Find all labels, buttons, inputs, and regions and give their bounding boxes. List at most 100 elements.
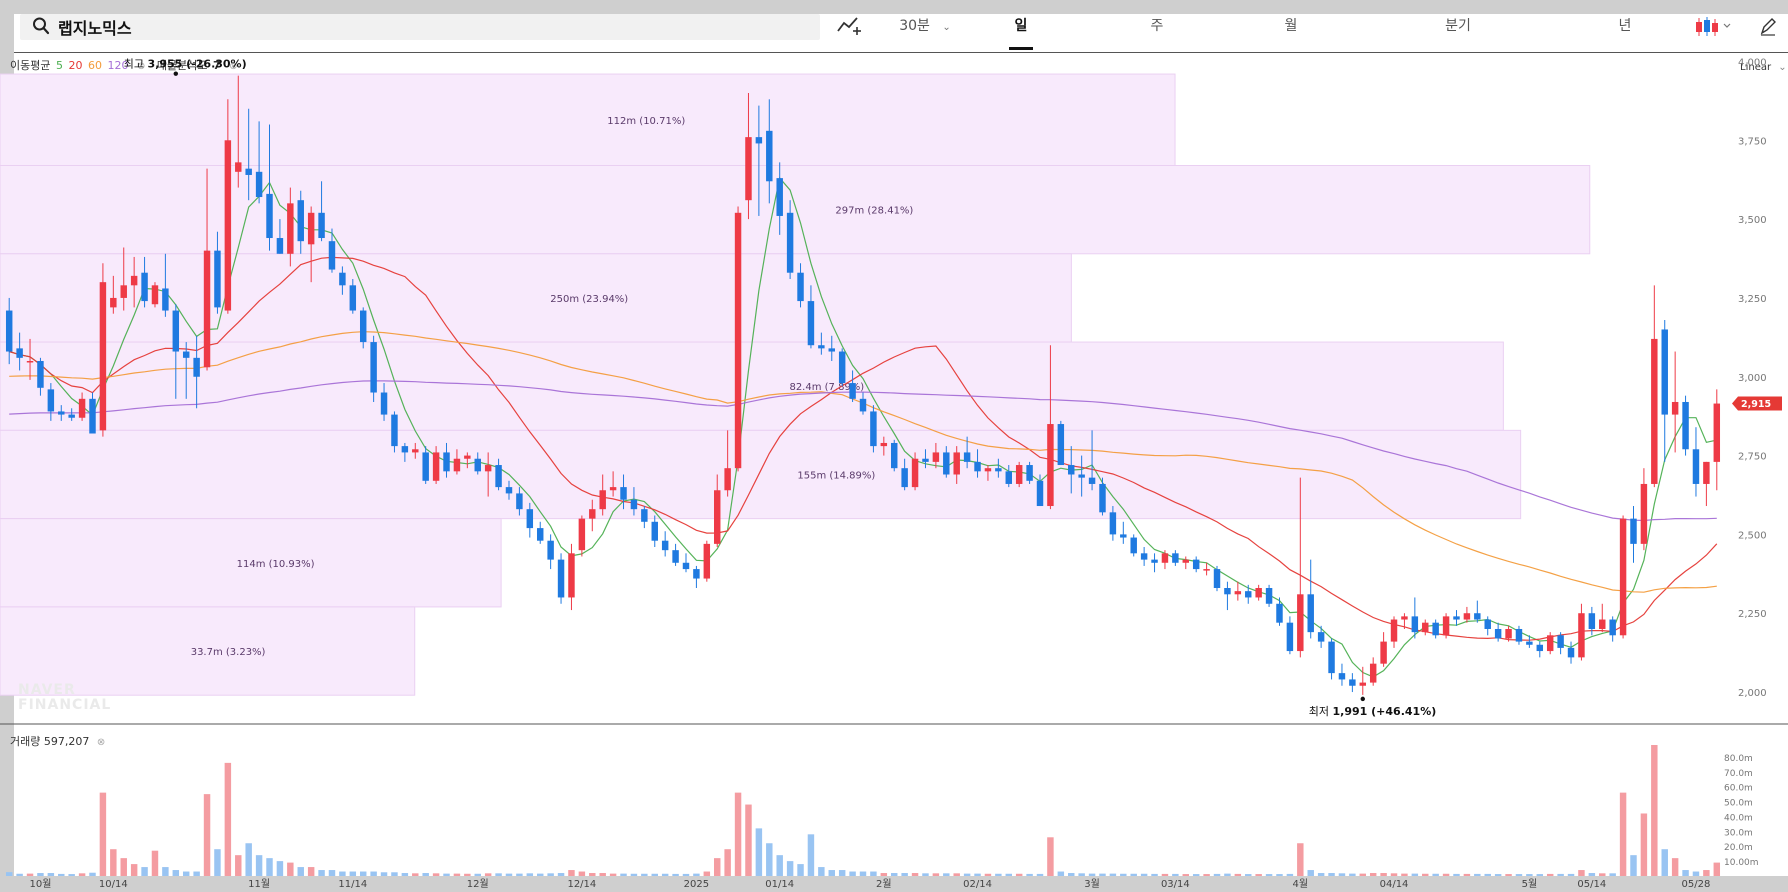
candle-body: [1484, 619, 1491, 629]
tab-period-week[interactable]: 주: [1132, 14, 1182, 50]
candle-body: [1349, 679, 1356, 686]
chevron-down-icon: ⌄: [942, 22, 951, 33]
window-frame-top: [0, 0, 1788, 14]
candle-body: [1671, 401, 1679, 415]
candle-body: [1390, 619, 1398, 642]
candle-body: [47, 389, 55, 412]
volume-bar: [110, 849, 117, 876]
volume-bar: [203, 794, 211, 876]
candle-body: [1234, 591, 1242, 595]
ma-label: 이동평균: [10, 59, 51, 72]
candle-body: [464, 455, 471, 459]
volume-tick-label: 20.0m: [1724, 843, 1753, 853]
interval-dropdown[interactable]: 30분 ⌄: [890, 14, 960, 50]
volume-label: 거래량: [10, 735, 41, 748]
candle-body: [1057, 424, 1065, 466]
candle-body: [1651, 338, 1658, 484]
candle-body: [307, 212, 315, 245]
candle-body: [776, 178, 783, 216]
volume-bar: [818, 867, 825, 876]
candle-body: [1015, 465, 1023, 484]
candle-body: [1401, 616, 1408, 620]
candle-body: [828, 348, 835, 352]
candle-body: [859, 398, 867, 412]
candle-body: [849, 383, 856, 399]
candle-body: [443, 452, 450, 472]
volume-bar: [766, 843, 773, 876]
candle-body: [193, 357, 200, 377]
candle-body: [1453, 616, 1460, 620]
candle-body: [911, 458, 919, 488]
candle-body: [359, 310, 367, 343]
candle-body: [797, 272, 804, 302]
scale-mode-dropdown[interactable]: Linear ⌄: [1740, 62, 1787, 73]
volume-bar: [1713, 862, 1721, 876]
candle-body: [203, 250, 211, 368]
candle-body: [235, 162, 242, 172]
tab-period-day[interactable]: 일: [996, 14, 1046, 50]
volume-profile-label: 114m (10.93%): [237, 559, 315, 570]
candle-body: [1567, 647, 1575, 658]
tab-period-quarter[interactable]: 분기: [1428, 14, 1488, 50]
candle-body: [287, 203, 294, 254]
volume-tick-label: 10.00m: [1724, 858, 1759, 868]
volume-bar: [797, 864, 804, 876]
ma120-label: 120: [107, 59, 129, 72]
candle-body: [37, 360, 44, 388]
volume-bar: [245, 843, 252, 876]
chart-type-candle-icon[interactable]: [1694, 16, 1734, 38]
candle-body: [943, 452, 950, 475]
candle-body: [432, 452, 440, 481]
candle-body: [391, 414, 398, 447]
candle-body: [1338, 673, 1346, 680]
candle-body: [99, 282, 107, 431]
stock-search-input[interactable]: 랩지노믹스: [20, 14, 820, 40]
candle-body: [818, 345, 825, 349]
candle-body: [1505, 628, 1512, 639]
candle-body: [1359, 682, 1367, 686]
volume-tick-label: 50.0m: [1724, 799, 1753, 809]
tab-period-month[interactable]: 월: [1266, 14, 1316, 50]
tab-period-year[interactable]: 년: [1600, 14, 1650, 50]
candle-body: [1515, 628, 1523, 642]
candle-body: [1182, 559, 1190, 563]
volume-tick-label: 70.0m: [1724, 769, 1753, 779]
candle-body: [141, 272, 148, 302]
volume-profile-label: 297m (28.41%): [835, 206, 913, 217]
candle-body: [620, 487, 627, 500]
candle-body: [1588, 613, 1596, 629]
candle-body: [1005, 471, 1012, 484]
candle-body: [505, 487, 513, 494]
volume-profile-bar: [0, 73, 1176, 167]
candle-body: [1442, 616, 1450, 636]
last-price-label: 2,915: [1741, 399, 1771, 410]
volume-bar: [162, 867, 169, 876]
volume-remove-icon[interactable]: ⊗: [97, 737, 105, 748]
pencil-icon[interactable]: [1758, 16, 1778, 38]
price-tick-label: 3,750: [1738, 136, 1767, 147]
profile-remove-icon[interactable]: ⊗: [229, 61, 237, 72]
volume-profile-bar: [0, 518, 502, 608]
candle-body: [932, 452, 940, 462]
candle-body: [1630, 518, 1637, 544]
candle-body: [682, 562, 690, 570]
candle-body: [963, 452, 971, 462]
candle-body: [1255, 588, 1262, 598]
candle-body: [526, 509, 534, 529]
candle-body: [536, 528, 544, 541]
candle-body: [714, 490, 721, 544]
price-chart[interactable]: 112m (10.71%) 297m (28.41%) 250m (23.94%) 8…: [0, 0, 1788, 892]
price-tick-label: 3,500: [1738, 215, 1767, 226]
indicator-add-icon[interactable]: [836, 15, 864, 37]
volume-bar: [1671, 858, 1679, 876]
candle-body: [1640, 483, 1648, 544]
candle-body: [78, 398, 86, 418]
candle-body: [120, 285, 127, 298]
volume-bar: [130, 864, 138, 876]
candle-body: [1047, 424, 1054, 507]
candle-body: [453, 458, 461, 472]
candle-body: [1130, 537, 1137, 554]
scale-mode-label: Linear: [1740, 62, 1772, 73]
candle-body: [807, 301, 815, 346]
ma-remove-icon[interactable]: ⊗: [137, 61, 145, 72]
